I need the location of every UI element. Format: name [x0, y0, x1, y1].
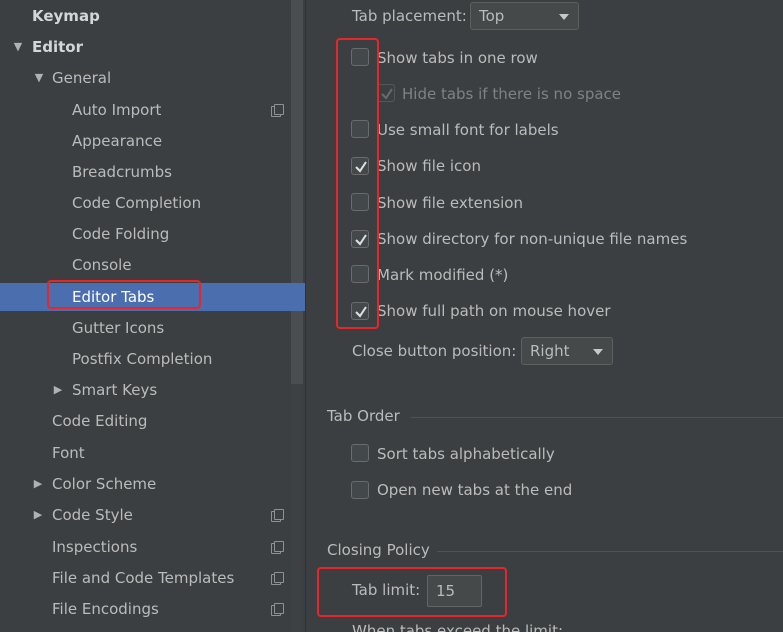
collapsed-arrow-icon[interactable]: ▶	[52, 377, 64, 403]
tree-item-auto-import[interactable]: Auto Import	[0, 97, 305, 123]
tree-item-label: Auto Import	[72, 101, 162, 119]
tab-placement-select[interactable]: Top	[470, 2, 579, 30]
collapsed-arrow-icon[interactable]: ▶	[32, 471, 44, 497]
tree-item-file-and-code-templates[interactable]: File and Code Templates	[0, 565, 305, 591]
tree-item-label: Code Folding	[72, 225, 170, 243]
show-directory-checkbox[interactable]	[351, 230, 369, 248]
tree-item-gutter-icons[interactable]: Gutter Icons	[0, 315, 305, 341]
project-settings-icon	[271, 603, 284, 616]
editor-tabs-settings-panel: Tab placement: Top Show tabs in one row …	[305, 0, 783, 632]
tab-limit-label: Tab limit:	[352, 581, 421, 599]
tree-item-general[interactable]: ▼ General	[0, 65, 305, 91]
sort-tabs-alphabetically-checkbox[interactable]	[351, 444, 369, 462]
tree-item-label: Code Editing	[52, 412, 148, 430]
closing-policy-title: Closing Policy	[327, 541, 430, 559]
expanded-arrow-icon[interactable]: ▼	[33, 65, 45, 91]
tree-item-appearance[interactable]: Appearance	[0, 128, 305, 154]
use-small-font-checkbox[interactable]	[351, 120, 369, 138]
expanded-arrow-icon[interactable]: ▼	[12, 34, 24, 60]
tree-item-label: Postfix Completion	[72, 350, 213, 368]
checkmark-icon	[381, 88, 393, 100]
project-settings-icon	[271, 104, 284, 117]
sort-tabs-alphabetically-label: Sort tabs alphabetically	[377, 445, 555, 463]
tab-placement-value: Top	[479, 7, 505, 25]
show-file-icon-checkbox[interactable]	[351, 157, 369, 175]
show-full-path-label: Show full path on mouse hover	[377, 302, 611, 320]
tree-item-label: Editor Tabs	[72, 288, 155, 306]
checkmark-icon	[355, 234, 367, 246]
show-directory-label: Show directory for non-unique file names	[377, 230, 688, 248]
tab-limit-input[interactable]: 15	[427, 575, 482, 607]
tree-item-label: Breadcrumbs	[72, 163, 172, 181]
mark-modified-label: Mark modified (*)	[377, 266, 509, 284]
tree-item-label: Font	[52, 444, 85, 462]
tree-item-label: Code Style	[52, 506, 133, 524]
chevron-down-icon	[559, 14, 569, 20]
tab-limit-value: 15	[436, 582, 456, 600]
tree-item-postfix-completion[interactable]: Postfix Completion	[0, 346, 305, 372]
tree-item-keymap[interactable]: Keymap	[0, 3, 305, 29]
show-file-icon-label: Show file icon	[377, 157, 481, 175]
project-settings-icon	[271, 541, 284, 554]
tree-item-label: General	[52, 69, 112, 87]
tree-item-label: Editor	[32, 38, 83, 56]
tree-item-label: File and Code Templates	[52, 569, 235, 587]
tree-item-color-scheme[interactable]: ▶ Color Scheme	[0, 471, 305, 497]
tree-item-font[interactable]: Font	[0, 440, 305, 466]
close-button-position-value: Right	[530, 342, 570, 360]
tab-order-title: Tab Order	[327, 407, 400, 425]
tree-item-breadcrumbs[interactable]: Breadcrumbs	[0, 159, 305, 185]
tree-item-smart-keys[interactable]: ▶ Smart Keys	[0, 377, 305, 403]
checkmark-icon	[355, 161, 367, 173]
settings-tree: Keymap ▼ Editor ▼ General Auto Import Ap…	[0, 0, 305, 632]
collapsed-arrow-icon[interactable]: ▶	[32, 502, 44, 528]
tree-item-label: Color Scheme	[52, 475, 157, 493]
use-small-font-label: Use small font for labels	[377, 121, 559, 139]
tree-item-label: Code Completion	[72, 194, 202, 212]
section-divider	[437, 551, 783, 552]
tree-item-code-folding[interactable]: Code Folding	[0, 221, 305, 247]
tree-item-file-encodings[interactable]: File Encodings	[0, 596, 305, 622]
checkmark-icon	[355, 306, 367, 318]
tree-item-inspections[interactable]: Inspections	[0, 534, 305, 560]
show-file-extension-label: Show file extension	[377, 194, 523, 212]
close-button-position-label: Close button position:	[352, 342, 517, 360]
exceed-limit-label: When tabs exceed the limit:	[352, 622, 564, 632]
open-new-tabs-at-end-label: Open new tabs at the end	[377, 481, 573, 499]
hide-tabs-no-space-label: Hide tabs if there is no space	[402, 85, 622, 103]
tree-item-label: Gutter Icons	[72, 319, 165, 337]
tree-item-code-style[interactable]: ▶ Code Style	[0, 502, 305, 528]
tab-placement-label: Tab placement:	[352, 7, 467, 25]
show-tabs-one-row-label: Show tabs in one row	[377, 49, 538, 67]
tree-item-label: Smart Keys	[72, 381, 158, 399]
show-file-extension-checkbox[interactable]	[351, 193, 369, 211]
tree-item-label: File Encodings	[52, 600, 159, 618]
show-full-path-checkbox[interactable]	[351, 302, 369, 320]
tree-item-code-completion[interactable]: Code Completion	[0, 190, 305, 216]
show-tabs-one-row-checkbox[interactable]	[351, 48, 369, 66]
mark-modified-checkbox[interactable]	[351, 265, 369, 283]
tree-item-label: Inspections	[52, 538, 138, 556]
tree-item-label: Appearance	[72, 132, 163, 150]
tree-item-label: Console	[72, 256, 132, 274]
tree-item-editor[interactable]: ▼ Editor	[0, 34, 305, 60]
tree-item-label: Keymap	[32, 7, 100, 25]
open-new-tabs-at-end-checkbox[interactable]	[351, 481, 369, 499]
project-settings-icon	[271, 572, 284, 585]
tree-item-code-editing[interactable]: Code Editing	[0, 408, 305, 434]
project-settings-icon	[271, 509, 284, 522]
tree-item-editor-tabs[interactable]: Editor Tabs	[0, 283, 305, 311]
close-button-position-select[interactable]: Right	[521, 337, 613, 365]
chevron-down-icon	[593, 349, 603, 355]
hide-tabs-no-space-checkbox[interactable]	[377, 84, 395, 102]
section-divider	[410, 417, 783, 418]
tree-item-console[interactable]: Console	[0, 252, 305, 278]
